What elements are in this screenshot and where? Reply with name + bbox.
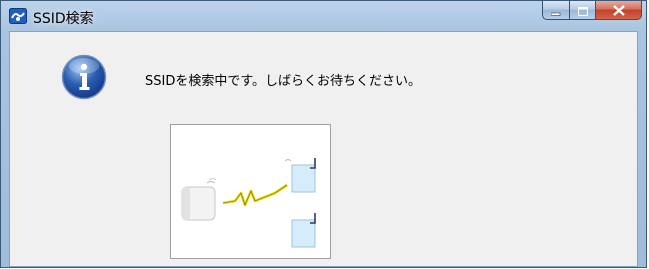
access-point-icon <box>291 213 316 248</box>
maximize-button[interactable] <box>570 1 596 20</box>
status-message: SSIDを検索中です。しばらくお待ちください。 <box>145 74 422 89</box>
minimize-icon <box>550 1 561 20</box>
title-bar[interactable]: SSID検索 <box>1 1 646 31</box>
window-title: SSID検索 <box>33 11 94 27</box>
minimize-button[interactable] <box>542 1 570 20</box>
info-icon <box>61 54 107 100</box>
router-icon <box>181 178 217 221</box>
wireless-signal-icon <box>222 183 288 207</box>
close-button[interactable] <box>596 1 642 20</box>
search-animation <box>170 124 331 259</box>
close-icon <box>612 1 625 20</box>
access-point-icon <box>284 158 316 193</box>
dialog-body: SSIDを検索中です。しばらくお待ちください。 <box>9 31 638 267</box>
dialog-window: SSID検索 SSIDを検索中です。しばらくお待ちください。 <box>0 0 647 268</box>
network-search-icon <box>9 8 27 24</box>
caption-buttons <box>542 1 642 21</box>
maximize-icon <box>577 1 588 20</box>
